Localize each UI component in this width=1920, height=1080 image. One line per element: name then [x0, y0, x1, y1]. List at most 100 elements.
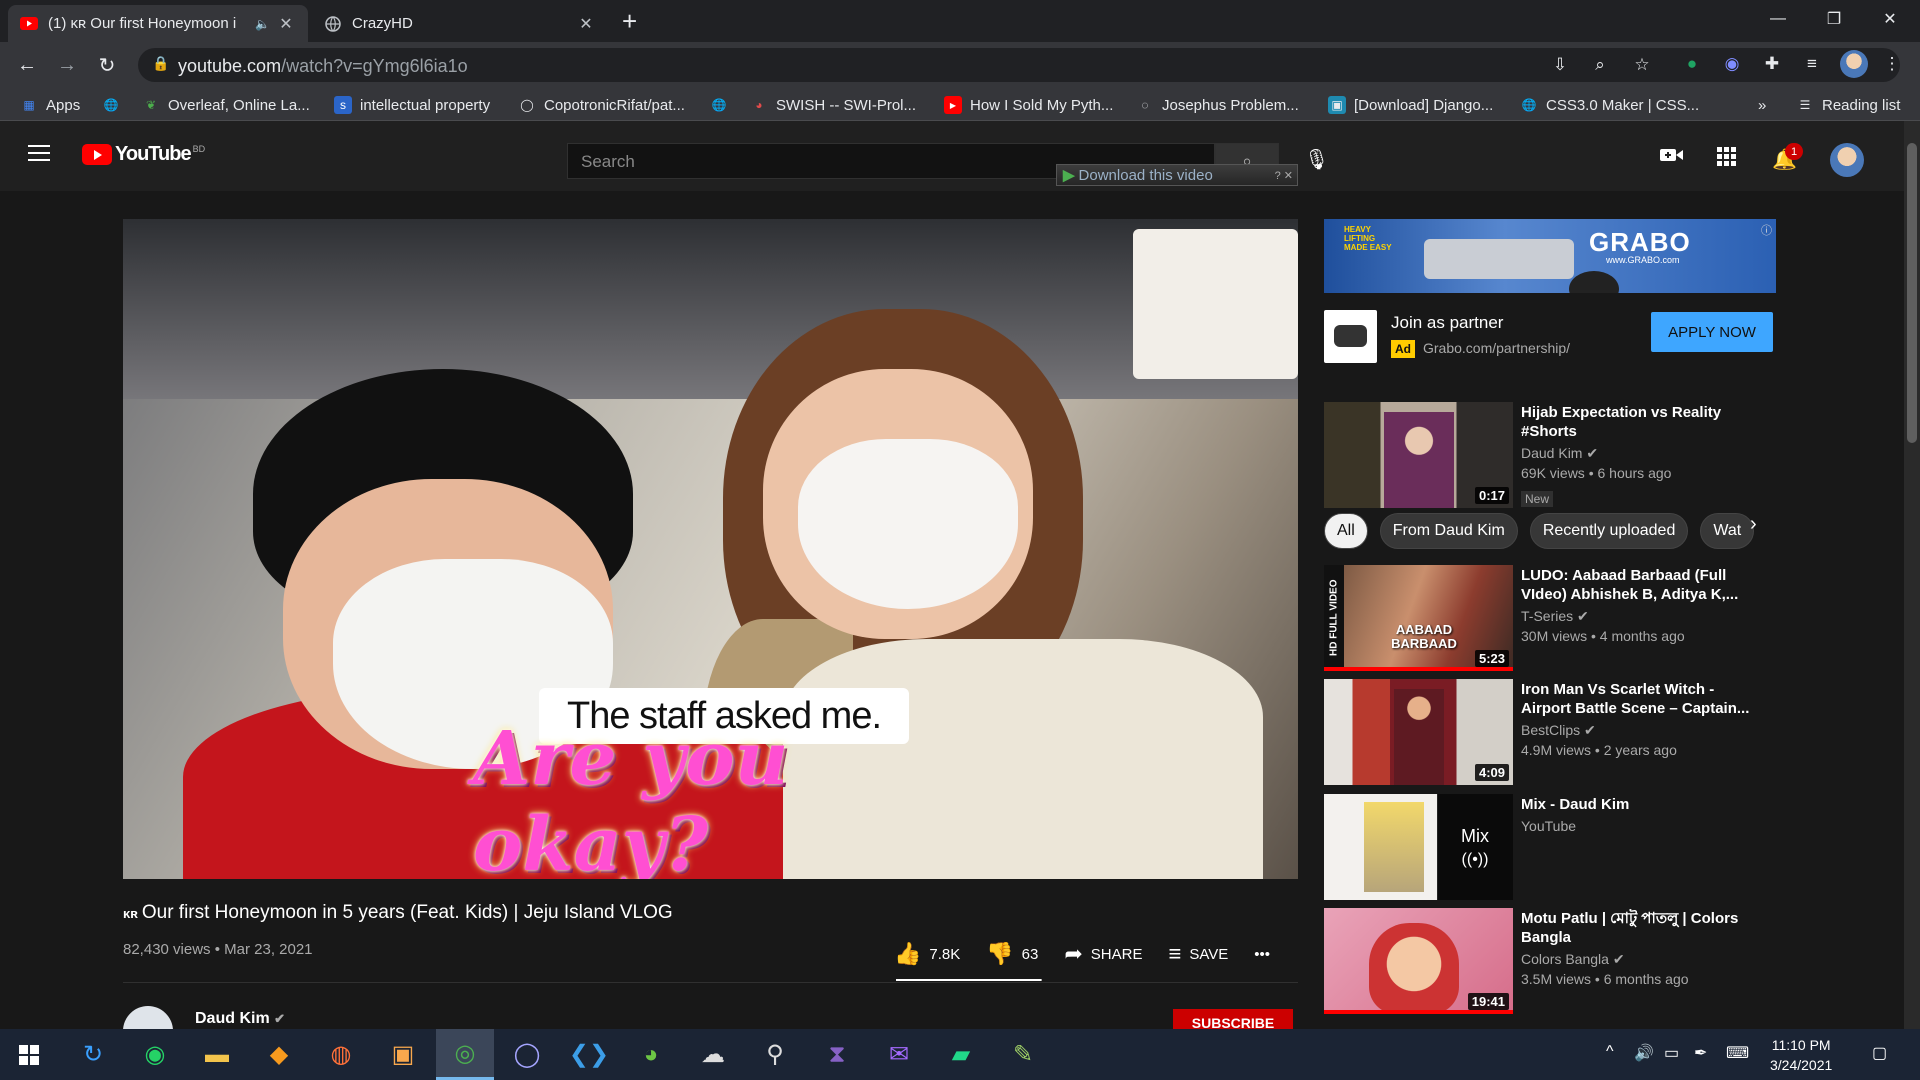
- help-close-icons[interactable]: ? ✕: [1275, 169, 1293, 182]
- more-bookmarks[interactable]: »: [1758, 94, 1766, 116]
- extensions-puzzle-icon[interactable]: ✚: [1760, 52, 1784, 76]
- chip-from-daud-kim[interactable]: From Daud Kim: [1379, 513, 1518, 549]
- windows-start-icon[interactable]: [0, 1029, 58, 1080]
- visual-studio-icon[interactable]: ⧗: [808, 1029, 866, 1080]
- save-button[interactable]: ≡ SAVE: [1168, 941, 1228, 967]
- tab-crazyhd[interactable]: CrazyHD ✕: [312, 5, 608, 42]
- media-controls-icon[interactable]: ≡: [1800, 52, 1824, 76]
- network-app-icon[interactable]: ☁: [684, 1029, 742, 1080]
- ad-banner[interactable]: HEAVY LIFTING MADE EASY GRABO www.GRABO.…: [1324, 219, 1776, 293]
- channel-name[interactable]: Daud Kim ✔: [195, 1010, 285, 1028]
- lock-icon[interactable]: 🔒: [152, 55, 169, 72]
- file-explorer-icon[interactable]: ▬: [188, 1029, 246, 1080]
- more-actions-icon[interactable]: •••: [1254, 946, 1270, 963]
- menu-icon[interactable]: [28, 145, 50, 163]
- microphone-icon[interactable]: 🎙: [1304, 147, 1329, 172]
- minimize-icon[interactable]: —: [1750, 0, 1806, 38]
- chrome-menu-icon[interactable]: ⋮: [1880, 52, 1904, 76]
- photos-app-icon[interactable]: ▣: [374, 1029, 432, 1080]
- whatsapp-icon[interactable]: ◉: [126, 1029, 184, 1080]
- github-desktop-icon[interactable]: ◯: [498, 1029, 556, 1080]
- page-scrollbar[interactable]: [1904, 121, 1920, 1029]
- back-icon[interactable]: ←: [12, 50, 42, 80]
- network-icon[interactable]: ▭: [1664, 1043, 1679, 1063]
- volume-icon[interactable]: 🔊: [1634, 1043, 1654, 1063]
- bookmark-intellectual-property[interactable]: s intellectual property: [334, 94, 490, 116]
- recommendation-item[interactable]: 0:17 Hijab Expectation vs Reality #Short…: [1324, 402, 1776, 512]
- bookmark-globe-2[interactable]: 🌐: [710, 94, 736, 116]
- apply-now-button[interactable]: APPLY NOW: [1651, 312, 1773, 352]
- bookmark-youtube[interactable]: ▶ How I Sold My Pyth...: [944, 94, 1113, 116]
- rec-views: 30M views • 4 months ago: [1521, 628, 1685, 644]
- new-tab-icon[interactable]: +: [622, 8, 637, 34]
- close-tab-icon[interactable]: ✕: [576, 14, 596, 34]
- restore-icon[interactable]: ❐: [1806, 0, 1862, 38]
- bookmark-overleaf[interactable]: ❦ Overleaf, Online La...: [142, 94, 310, 116]
- scrollbar-thumb[interactable]: [1907, 143, 1917, 443]
- recommendation-item[interactable]: 19:41 Motu Patlu | মোটু পাতলু | Colors B…: [1324, 908, 1776, 1018]
- messenger-icon[interactable]: ✉: [870, 1029, 928, 1080]
- sync-app-icon[interactable]: ↻: [64, 1029, 122, 1080]
- apps-grid-icon[interactable]: [1717, 147, 1737, 167]
- recommendation-item[interactable]: Mix ((•)) Mix - Daud Kim YouTube: [1324, 794, 1776, 904]
- pen-icon[interactable]: ✒: [1694, 1043, 1707, 1063]
- firefox-icon[interactable]: ◍: [312, 1029, 370, 1080]
- zoom-icon[interactable]: ⌕: [1588, 53, 1612, 77]
- bookmark-s-icon: s: [334, 96, 352, 114]
- tab-title: CrazyHD: [352, 15, 413, 32]
- install-icon[interactable]: ⇩: [1548, 53, 1572, 77]
- chip-all[interactable]: All: [1324, 513, 1368, 549]
- loading-icon: ◌: [1141, 98, 1149, 112]
- bookmark-josephus[interactable]: ◌ Josephus Problem...: [1136, 94, 1298, 116]
- ad-card[interactable]: Join as partner Ad Grabo.com/partnership…: [1324, 310, 1776, 370]
- close-window-icon[interactable]: ✕: [1862, 0, 1918, 38]
- rec-title: LUDO: Aabaad Barbaad (Full VIdeo) Abhish…: [1521, 567, 1739, 603]
- vscode-icon[interactable]: ❮❯: [560, 1029, 618, 1080]
- grammarly-icon[interactable]: ●: [1680, 52, 1704, 76]
- clock[interactable]: 11:10 PM 3/24/2021: [1770, 1035, 1832, 1075]
- keyboard-icon[interactable]: ⌨: [1726, 1043, 1749, 1063]
- reading-list[interactable]: ☰ Reading list: [1796, 94, 1901, 116]
- bookmark-star-icon[interactable]: ☆: [1630, 53, 1654, 77]
- chevron-right-icon[interactable]: ›: [1750, 513, 1757, 536]
- bookmark-css3-maker[interactable]: 🌐 CSS3.0 Maker | CSS...: [1520, 94, 1700, 116]
- address-bar[interactable]: 🔒 youtube.com/watch?v=gYmg6l6ia1o ⇩ ⌕ ☆: [138, 48, 1900, 82]
- reload-icon[interactable]: ↻: [92, 50, 122, 80]
- earth-app-icon[interactable]: ◕: [622, 1029, 680, 1080]
- speaker-muted-icon[interactable]: 🔈: [255, 17, 270, 31]
- chip-watched[interactable]: Wat: [1700, 513, 1755, 549]
- pycharm-icon[interactable]: ▰: [932, 1029, 990, 1080]
- bookmark-swish[interactable]: ◕ SWISH -- SWI-Prol...: [750, 94, 916, 116]
- chrome-icon[interactable]: ◎: [436, 1029, 494, 1080]
- close-tab-icon[interactable]: ✕: [276, 14, 296, 34]
- user-avatar[interactable]: [1830, 143, 1864, 177]
- share-button[interactable]: ➦ SHARE: [1064, 941, 1142, 967]
- recommendation-item[interactable]: 4:09 Iron Man Vs Scarlet Witch - Airport…: [1324, 679, 1776, 789]
- url-text[interactable]: youtube.com/watch?v=gYmg6l6ia1o: [178, 56, 468, 77]
- brave-icon[interactable]: ◆: [250, 1029, 308, 1080]
- profile-avatar[interactable]: [1840, 50, 1868, 78]
- notification-center-icon[interactable]: ▢: [1872, 1043, 1887, 1063]
- bookmark-github[interactable]: ◯ CopotronicRifat/pat...: [518, 94, 685, 116]
- recommendation-item[interactable]: HD FULL VIDEO AABAAD BARBAAD 5:23 LUDO: …: [1324, 565, 1776, 675]
- bookmark-django[interactable]: ▣ [Download] Django...: [1328, 94, 1493, 116]
- download-video-button[interactable]: ▶ Download this video ? ✕: [1056, 164, 1298, 186]
- tab-youtube[interactable]: (1) ᴋʀ Our first Honeymoon i 🔈 ✕: [8, 5, 308, 42]
- subscribe-button[interactable]: SUBSCRIBE: [1173, 1009, 1293, 1029]
- bookmark-apps[interactable]: ▦ Apps: [20, 94, 80, 116]
- chip-recently-uploaded[interactable]: Recently uploaded: [1529, 513, 1689, 549]
- tray-chevron-up-icon[interactable]: ^: [1606, 1043, 1614, 1061]
- ad-info-icon[interactable]: ⓘ: [1761, 222, 1772, 238]
- bookmark-globe[interactable]: 🌐: [102, 94, 128, 116]
- like-button[interactable]: 👍 7.8K: [894, 941, 960, 967]
- forward-icon[interactable]: →: [52, 50, 82, 80]
- notepad-app-icon[interactable]: ✎: [994, 1029, 1052, 1080]
- video-player[interactable]: The staff asked me. Are you okay?: [123, 219, 1298, 879]
- extension-icon[interactable]: ◉: [1720, 52, 1744, 76]
- bookmark-label: [Download] Django...: [1354, 96, 1494, 114]
- dislike-count: 63: [1021, 945, 1039, 963]
- dislike-button[interactable]: 👎 63: [986, 941, 1038, 967]
- satellite-app-icon[interactable]: ⚲: [746, 1029, 804, 1080]
- youtube-logo[interactable]: YouTube BD: [82, 143, 205, 166]
- create-video-icon[interactable]: [1660, 147, 1684, 163]
